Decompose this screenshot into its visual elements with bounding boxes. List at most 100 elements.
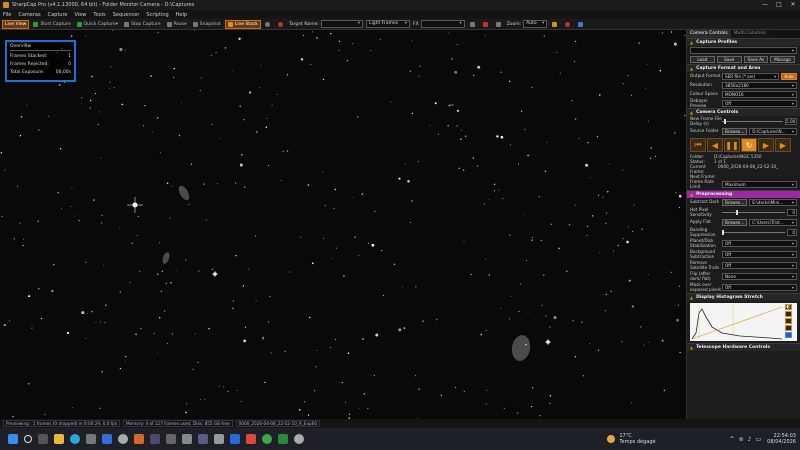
store-icon[interactable]: [86, 434, 96, 444]
play-button[interactable]: ▶: [758, 138, 774, 152]
new-frame-delay-value[interactable]: 5.00: [785, 118, 797, 125]
frame-rate-select[interactable]: Maximum ▾: [722, 181, 797, 188]
next-frame-button[interactable]: ▶: [775, 138, 791, 152]
hot-pixel-value[interactable]: 0: [787, 209, 797, 216]
menu-scripting[interactable]: Scripting: [146, 12, 168, 18]
load-profile-button[interactable]: Load: [690, 56, 715, 63]
live-view-button[interactable]: Live View: [2, 19, 30, 29]
magnify-button[interactable]: [563, 20, 574, 29]
output-format-select[interactable]: SER file (*.ser) ▾: [722, 73, 780, 80]
battery-icon[interactable]: ▭: [756, 436, 762, 443]
fx-select[interactable]: ▾: [420, 20, 465, 28]
chevron-up-icon[interactable]: ^: [730, 436, 735, 443]
mask-select[interactable]: Off ▾: [722, 284, 797, 291]
maximize-button[interactable]: □: [772, 0, 786, 10]
green-app-icon[interactable]: [278, 434, 288, 444]
weather-widget[interactable]: 17°C Temps dégagé: [607, 433, 656, 445]
editor-icon[interactable]: [166, 434, 176, 444]
slider-thumb[interactable]: [722, 230, 724, 235]
menu-capture[interactable]: Capture: [48, 12, 68, 18]
colour-space-select[interactable]: MONO16 ▾: [722, 91, 797, 98]
banding-value[interactable]: 0: [787, 229, 797, 236]
save-as-profile-button[interactable]: Save As: [743, 56, 769, 63]
planet-stabilization-select[interactable]: Off ▾: [722, 240, 797, 247]
refresh-button[interactable]: ↻: [741, 138, 757, 152]
crosshair-button[interactable]: [468, 20, 479, 29]
manage-profile-button[interactable]: Manage: [770, 56, 795, 63]
menu-sequencer[interactable]: Sequencer: [113, 12, 140, 18]
histogram-plot[interactable]: ◐: [690, 303, 797, 341]
first-frame-button[interactable]: ⏮: [690, 138, 706, 152]
telescope-header[interactable]: ▲ Telescope Hardware Controls: [687, 343, 800, 351]
zoom-in-button[interactable]: [550, 20, 561, 29]
pause-button[interactable]: Pause: [165, 20, 189, 29]
search-icon[interactable]: [24, 435, 32, 443]
zoom-select[interactable]: Auto ▾: [523, 20, 548, 28]
resolution-select[interactable]: 3856x2180 ▾: [722, 82, 797, 89]
task-view-icon[interactable]: [38, 434, 48, 444]
file-explorer-icon[interactable]: [54, 434, 64, 444]
globe-icon[interactable]: [294, 434, 304, 444]
sharpcap-taskbar-icon[interactable]: [134, 434, 144, 444]
menu-file[interactable]: File: [3, 12, 11, 18]
source-folder-select[interactable]: D:\Captures\N... ▾: [749, 128, 797, 135]
save-icon[interactable]: [785, 332, 792, 338]
preprocessing-header[interactable]: ▲ Preprocessing: [687, 190, 800, 198]
camera-controls-header[interactable]: ▲ Camera Controls: [687, 108, 800, 116]
planetarium-icon[interactable]: [198, 434, 208, 444]
slider-thumb[interactable]: [736, 210, 738, 215]
image-app-icon[interactable]: [246, 434, 256, 444]
previous-frame-button[interactable]: ◀: [707, 138, 723, 152]
wifi-icon[interactable]: ≋: [739, 436, 744, 443]
volume-icon[interactable]: ♪: [748, 436, 752, 443]
target-button[interactable]: [276, 20, 287, 29]
capture-format-header[interactable]: ▲ Capture Format and Area: [687, 64, 800, 72]
slider-thumb[interactable]: [724, 119, 726, 124]
reticle-button[interactable]: [494, 20, 505, 29]
histogram-header[interactable]: ▲ Display Histogram Stretch: [687, 293, 800, 301]
close-button[interactable]: ✕: [786, 0, 800, 10]
subtract-dark-select[interactable]: E:\darks\Mini... ▾: [749, 199, 797, 206]
tool-icon[interactable]: [182, 434, 192, 444]
grid-button[interactable]: [481, 20, 492, 29]
edge-browser-icon[interactable]: [70, 434, 80, 444]
settings-app-icon[interactable]: [214, 434, 224, 444]
contrast-icon[interactable]: ◐: [785, 304, 792, 310]
windows-start-icon[interactable]: [8, 434, 18, 444]
menu-tools[interactable]: Tools: [93, 12, 105, 18]
quick-capture-button[interactable]: Quick Capture ▾: [75, 20, 120, 29]
settings-icon[interactable]: [785, 325, 792, 331]
flip-select[interactable]: None ▾: [722, 273, 797, 280]
start-capture-button[interactable]: Start Capture: [31, 20, 72, 29]
clock[interactable]: 22:54:03 08/04/2026: [767, 433, 796, 445]
stop-capture-button[interactable]: Stop Capture: [122, 20, 163, 29]
chrome-icon[interactable]: [262, 434, 272, 444]
profile-select[interactable]: ▾: [690, 47, 797, 54]
tab-camera-controls[interactable]: Camera Controls: [687, 30, 731, 38]
mail-icon[interactable]: [102, 434, 112, 444]
background-subtraction-select[interactable]: Off ▾: [722, 251, 797, 258]
app-icon[interactable]: [118, 434, 128, 444]
settings-button[interactable]: [263, 20, 274, 29]
banding-slider[interactable]: [722, 229, 785, 236]
capture-profiles-header[interactable]: ▲ Capture Profiles: [687, 38, 800, 46]
menu-cameras[interactable]: Cameras: [18, 12, 40, 18]
source-folder-browse-button[interactable]: Browse...: [722, 128, 748, 135]
debayer-select[interactable]: Off ▾: [722, 100, 797, 107]
menu-view[interactable]: View: [75, 12, 87, 18]
hot-pixel-slider[interactable]: [722, 209, 785, 216]
reset-icon[interactable]: [785, 318, 792, 324]
save-profile-button[interactable]: Save: [716, 56, 742, 63]
apply-flat-browse-button[interactable]: Browse...: [722, 219, 748, 226]
stacking-app-icon[interactable]: [230, 434, 240, 444]
image-preview[interactable]: [0, 30, 686, 419]
frame-type-select[interactable]: Light Frames ▾: [366, 20, 411, 28]
photo-app-icon[interactable]: [150, 434, 160, 444]
satellite-trails-select[interactable]: Off ▾: [722, 262, 797, 269]
target-name-input[interactable]: ▾: [321, 20, 364, 28]
new-frame-delay-slider[interactable]: [722, 118, 783, 125]
live-stack-button[interactable]: Live Stack: [224, 19, 261, 29]
snapshot-button[interactable]: Snapshot: [191, 20, 223, 29]
pause-playback-button[interactable]: ❚❚: [724, 138, 740, 152]
tab-multi-columns[interactable]: Multi Columns: [730, 30, 769, 38]
